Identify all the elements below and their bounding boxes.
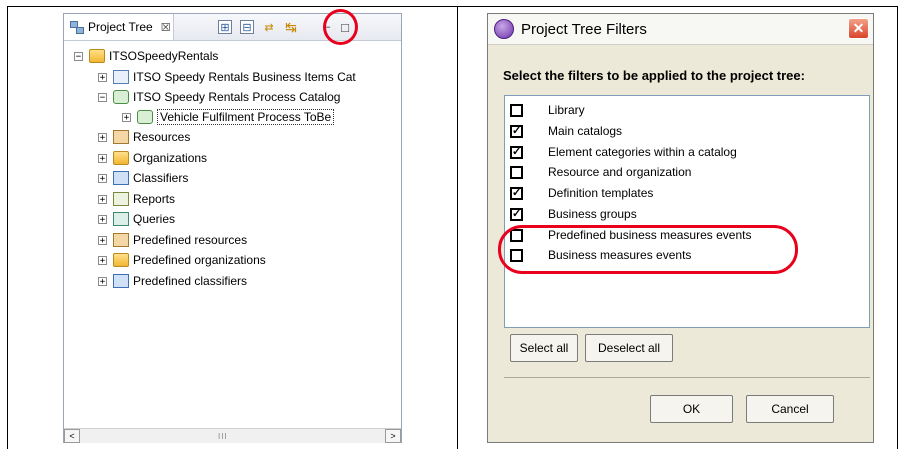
- tree-item-label: Vehicle Fulfilment Process ToBe: [157, 109, 335, 125]
- resources-icon: [113, 233, 129, 247]
- dialog-title-bar[interactable]: Project Tree Filters ✕: [488, 14, 873, 45]
- expand-icon[interactable]: +: [98, 235, 107, 245]
- dialog-prompt: Select the filters to be applied to the …: [503, 68, 805, 83]
- tree-item-label: Classifiers: [133, 171, 189, 185]
- tree-item-predefined-organizations[interactable]: + Predefined organizations: [98, 250, 266, 270]
- tree-item-process-catalog[interactable]: − ITSO Speedy Rentals Process Catalog: [98, 87, 340, 107]
- tree-item-vehicle-fulfilment-process[interactable]: + Vehicle Fulfilment Process ToBe: [122, 107, 335, 127]
- checkbox[interactable]: ✓: [510, 145, 523, 159]
- view-tab-bar: Project Tree ☒ ⊞ ⊟ ⇄ ↹ – □: [64, 9, 401, 45]
- checkbox[interactable]: ✓: [510, 207, 523, 221]
- dialog-edge: [870, 94, 873, 328]
- tree-item-label: ITSO Speedy Rentals Process Catalog: [133, 90, 341, 104]
- expand-icon[interactable]: +: [98, 194, 107, 204]
- tree-item-label: ITSO Speedy Rentals Business Items Cat: [133, 70, 356, 84]
- tree-item-label: Resources: [133, 130, 191, 144]
- cancel-button[interactable]: Cancel: [746, 395, 834, 423]
- tab-project-tree[interactable]: Project Tree ☒: [64, 14, 174, 40]
- process-catalog-icon: [113, 90, 129, 104]
- project-tree-icon: [70, 21, 84, 34]
- resources-icon: [113, 130, 129, 144]
- filter-item-resource-and-organization[interactable]: Resource and organization: [510, 163, 691, 181]
- tree-item-label: Predefined classifiers: [133, 274, 248, 288]
- tree-item-queries[interactable]: + Queries: [98, 209, 175, 229]
- tab-label: Project Tree: [88, 20, 153, 34]
- filter-item-element-categories[interactable]: ✓ Element categories within a catalog: [510, 143, 737, 161]
- filter-item-business-groups[interactable]: ✓ Business groups: [510, 205, 637, 223]
- filter-label: Definition templates: [548, 186, 654, 200]
- figure-border-left: [7, 6, 8, 449]
- tree-item-resources[interactable]: + Resources: [98, 127, 190, 147]
- checkbox[interactable]: [510, 103, 523, 117]
- figure-border-top: [7, 6, 898, 7]
- tree-item-business-items-catalog[interactable]: + ITSO Speedy Rentals Business Items Cat: [98, 67, 356, 87]
- scroll-left-icon[interactable]: <: [64, 429, 80, 443]
- ok-button[interactable]: OK: [650, 395, 733, 423]
- filter-item-main-catalogs[interactable]: ✓ Main catalogs: [510, 122, 622, 140]
- scrollbar-grip[interactable]: III: [218, 432, 228, 441]
- dialog-title: Project Tree Filters: [521, 20, 647, 38]
- horizontal-scrollbar[interactable]: < III >: [64, 428, 401, 443]
- queries-icon: [113, 212, 129, 226]
- checkbox[interactable]: [510, 165, 523, 179]
- filter-label: Main catalogs: [548, 124, 623, 138]
- tree-item-label: Predefined organizations: [133, 253, 266, 267]
- expand-icon[interactable]: +: [122, 112, 131, 122]
- dialog-app-icon: [494, 19, 514, 39]
- filter-label: Library: [548, 103, 585, 117]
- select-all-button[interactable]: Select all: [510, 334, 578, 362]
- tree-item-label: Organizations: [133, 151, 208, 165]
- filter-item-library[interactable]: Library: [510, 101, 585, 119]
- expand-all-icon[interactable]: ⊞: [218, 20, 232, 34]
- tree-item-label: Reports: [133, 192, 176, 206]
- deselect-all-button[interactable]: Deselect all: [585, 334, 673, 362]
- expand-icon[interactable]: +: [98, 173, 107, 183]
- expand-icon[interactable]: +: [98, 72, 107, 82]
- filter-label: Resource and organization: [548, 165, 692, 179]
- tree-item-predefined-resources[interactable]: + Predefined resources: [98, 230, 247, 250]
- checkbox[interactable]: ✓: [510, 186, 523, 200]
- filter-label: Element categories within a catalog: [548, 145, 737, 159]
- business-items-catalog-icon: [113, 70, 129, 84]
- folder-open-icon: [89, 49, 105, 63]
- filter-checklist: Library ✓ Main catalogs ✓ Element catego…: [504, 95, 870, 328]
- tree-item-reports[interactable]: + Reports: [98, 189, 175, 209]
- business-measures-highlight-oval: [498, 225, 798, 274]
- scroll-right-icon[interactable]: >: [385, 429, 401, 443]
- organizations-icon: [113, 253, 129, 267]
- tree-item-itsospeedyrentals[interactable]: − ITSOSpeedyRentals: [74, 46, 218, 66]
- organizations-icon: [113, 151, 129, 165]
- expand-icon[interactable]: +: [98, 255, 107, 265]
- tree-item-organizations[interactable]: + Organizations: [98, 148, 207, 168]
- classifiers-icon: [113, 274, 129, 288]
- link-with-editor-icon[interactable]: ⇄: [262, 20, 276, 34]
- close-tab-icon[interactable]: ☒: [161, 21, 171, 34]
- collapse-icon[interactable]: −: [74, 51, 83, 61]
- checkbox[interactable]: ✓: [510, 124, 523, 138]
- expand-icon[interactable]: +: [98, 276, 107, 286]
- project-tree-filters-dialog: Project Tree Filters ✕ Select the filter…: [487, 13, 874, 443]
- dialog-separator: [504, 377, 870, 378]
- tree-item-label: Queries: [133, 212, 176, 226]
- expand-icon[interactable]: +: [98, 153, 107, 163]
- expand-icon[interactable]: +: [98, 214, 107, 224]
- process-icon: [137, 110, 153, 124]
- tree-item-predefined-classifiers[interactable]: + Predefined classifiers: [98, 271, 247, 291]
- filter-label: Business groups: [548, 207, 637, 221]
- close-icon[interactable]: ✕: [848, 18, 869, 39]
- tree-item-label: Predefined resources: [133, 233, 248, 247]
- collapse-all-icon[interactable]: ⊟: [240, 20, 254, 34]
- filter-icon[interactable]: ↹: [284, 19, 298, 35]
- filter-item-definition-templates[interactable]: ✓ Definition templates: [510, 184, 653, 202]
- reports-icon: [113, 192, 129, 206]
- project-tree-view: Project Tree ☒ ⊞ ⊟ ⇄ ↹ – □ − ITSOSpeedyR…: [63, 9, 402, 443]
- collapse-icon[interactable]: −: [98, 92, 107, 102]
- figure-divider: [457, 6, 458, 449]
- tree-item-label: ITSOSpeedyRentals: [109, 49, 219, 63]
- expand-icon[interactable]: +: [98, 132, 107, 142]
- filter-button-highlight-circle: [323, 9, 358, 45]
- tree-item-classifiers[interactable]: + Classifiers: [98, 168, 188, 188]
- figure-border-right: [897, 6, 898, 449]
- classifiers-icon: [113, 171, 129, 185]
